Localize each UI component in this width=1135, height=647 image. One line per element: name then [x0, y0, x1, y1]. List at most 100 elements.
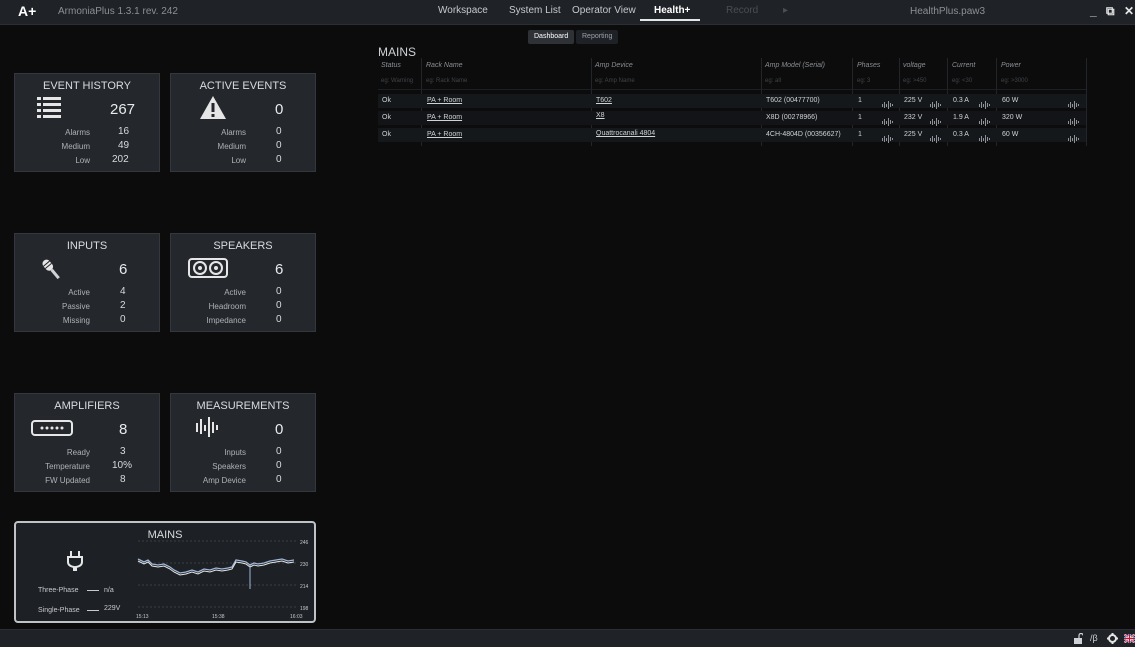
filter-current-input[interactable]: eg: <30 — [952, 78, 972, 84]
row-value: 0 — [276, 446, 282, 457]
card-title: SPEAKERS — [213, 240, 273, 252]
cell-rack-link[interactable]: PA + Room — [427, 114, 462, 121]
card-title: AMPLIFIERS — [54, 400, 120, 412]
cell-current: 0.3 A — [953, 131, 969, 138]
row-value: 0 — [276, 154, 282, 165]
active-events-card[interactable]: ACTIVE EVENTS 0 Alarms 0 Medium 0 Low 0 — [170, 73, 316, 172]
waveform-icon[interactable] — [1068, 96, 1079, 109]
close-button[interactable]: ✕ — [1124, 4, 1134, 18]
menu-operator-view[interactable]: Operator View — [572, 5, 636, 16]
restore-button[interactable]: ⧉ — [1106, 4, 1115, 19]
three-phase-value: n/a — [104, 587, 114, 594]
waveform-icon[interactable] — [930, 96, 941, 109]
card-title: MEASUREMENTS — [196, 400, 290, 412]
tab-dashboard[interactable]: Dashboard — [528, 30, 575, 44]
cell-current: 0.3 A — [953, 97, 969, 104]
filter-amp-device-input[interactable]: eg: Amp Name — [595, 78, 635, 84]
cell-phases: 1 — [858, 114, 862, 121]
cell-current: 1.9 A — [953, 114, 969, 121]
title-bar: A+ ArmoniaPlus 1.3.1 rev. 242 Workspace … — [0, 0, 1135, 25]
cell-power: 60 W — [1002, 131, 1019, 138]
row-value: 10% — [112, 460, 133, 471]
y-tick: 246 — [300, 540, 309, 546]
waveform-icon[interactable] — [882, 130, 893, 143]
mains-table-title: MAINS — [378, 45, 417, 59]
measurements-card[interactable]: MEASUREMENTS 0 Inputs 0 Speakers 0 Amp D… — [170, 393, 316, 492]
cell-phases: 1 — [858, 131, 862, 138]
column-header-amp-device[interactable]: Amp Device — [595, 62, 633, 69]
cell-rack-link[interactable]: PA + Room — [427, 97, 462, 104]
amplifiers-total: 8 — [119, 421, 128, 438]
gear-icon[interactable] — [1107, 633, 1118, 644]
row-value: 0 — [276, 460, 282, 471]
file-name: HealthPlus.paw3 — [910, 6, 986, 17]
row-value: 0 — [276, 314, 282, 325]
measurements-total: 0 — [275, 421, 284, 438]
filter-power-input[interactable]: eg: >3000 — [1001, 78, 1028, 84]
tab-reporting[interactable]: Reporting — [576, 30, 619, 44]
column-header-amp-model[interactable]: Amp Model (Serial) — [765, 62, 825, 69]
amplifier-icon — [31, 420, 73, 436]
column-header-power[interactable]: Power — [1001, 62, 1021, 69]
cell-model: T602 (00477700) — [766, 97, 820, 104]
cell-status: Ok — [382, 97, 391, 104]
menu-workspace[interactable]: Workspace — [438, 5, 488, 16]
speakers-total: 6 — [275, 261, 284, 278]
card-title: INPUTS — [66, 240, 108, 252]
column-header-phases[interactable]: Phases — [857, 62, 880, 69]
cell-device-link[interactable]: T602 — [596, 97, 612, 104]
column-header-rack-name[interactable]: Rack Name — [426, 62, 463, 69]
waveform-icon[interactable] — [930, 113, 941, 126]
minimize-button[interactable]: _ — [1090, 4, 1097, 18]
waveform-icon[interactable] — [1068, 130, 1079, 143]
x-tick: 15:13 — [136, 614, 149, 620]
filter-status-input[interactable]: eg: Warning — [381, 78, 413, 84]
card-title: ACTIVE EVENTS — [199, 80, 287, 92]
column-header-voltage[interactable]: voltage — [903, 62, 926, 69]
filter-voltage-input[interactable]: eg: >450 — [903, 78, 927, 84]
row-value: 202 — [112, 154, 129, 165]
x-tick: 15:38 — [212, 614, 225, 620]
y-tick: 198 — [300, 606, 309, 612]
waveform-icon[interactable] — [979, 96, 990, 109]
waveform-icon[interactable] — [882, 113, 893, 126]
filter-rack-name-input[interactable]: eg: Rack Name — [426, 78, 467, 84]
row-value: 3 — [120, 446, 126, 457]
beta-icon[interactable]: /β — [1090, 633, 1098, 643]
cell-device-link[interactable]: X8 — [596, 112, 605, 119]
waveform-icon[interactable] — [882, 96, 893, 109]
column-header-status[interactable]: Status — [381, 62, 401, 69]
flag-icon[interactable] — [1124, 634, 1135, 643]
waveform-icon[interactable] — [979, 130, 990, 143]
menu-record[interactable]: Record — [726, 5, 758, 16]
cell-model: X8D (00278966) — [766, 114, 818, 121]
microphone-icon — [42, 259, 60, 280]
amplifiers-card[interactable]: AMPLIFIERS 8 Ready 3 Temperature 10% FW … — [14, 393, 160, 492]
cell-device-link[interactable]: Quattrocanali 4804 — [596, 130, 655, 137]
speakers-card[interactable]: SPEAKERS 6 Active 0 Headroom 0 Impedance… — [170, 233, 316, 332]
filter-amp-model-input[interactable]: eg: all — [765, 78, 781, 84]
play-icon[interactable]: ▸ — [783, 5, 788, 16]
cell-rack-link[interactable]: PA + Room — [427, 131, 462, 138]
mains-card[interactable]: MAINS Three-Phase n/a Single-Phase 229V … — [14, 521, 316, 623]
app-logo: A+ — [18, 3, 37, 19]
inputs-card[interactable]: INPUTS 6 Active 4 Passive 2 Missing 0 — [14, 233, 160, 332]
waveform-icon[interactable] — [1068, 113, 1079, 126]
menu-system-list[interactable]: System List — [509, 5, 561, 16]
column-header-current[interactable]: Current — [952, 62, 975, 69]
mains-voltage-chart: 246 230 214 198 15:13 15:38 16:03 — [136, 540, 309, 620]
row-value: 0 — [276, 286, 282, 297]
row-value: 4 — [120, 286, 126, 297]
waveform-icon[interactable] — [930, 130, 941, 143]
filter-phases-input[interactable]: eg: 3 — [857, 78, 870, 84]
inputs-total: 6 — [119, 261, 128, 278]
menu-health-plus[interactable]: Health+ — [654, 5, 690, 16]
event-history-total: 267 — [110, 101, 136, 118]
waveform-icon[interactable] — [979, 113, 990, 126]
single-phase-label: Single-Phase — [38, 607, 80, 614]
power-plug-icon — [67, 551, 83, 571]
unlock-icon[interactable] — [1073, 633, 1083, 644]
active-menu-indicator — [640, 19, 700, 21]
event-history-card[interactable]: EVENT HISTORY 267 Alarms 16 Medium 49 Lo… — [14, 73, 160, 172]
list-icon — [37, 97, 61, 118]
